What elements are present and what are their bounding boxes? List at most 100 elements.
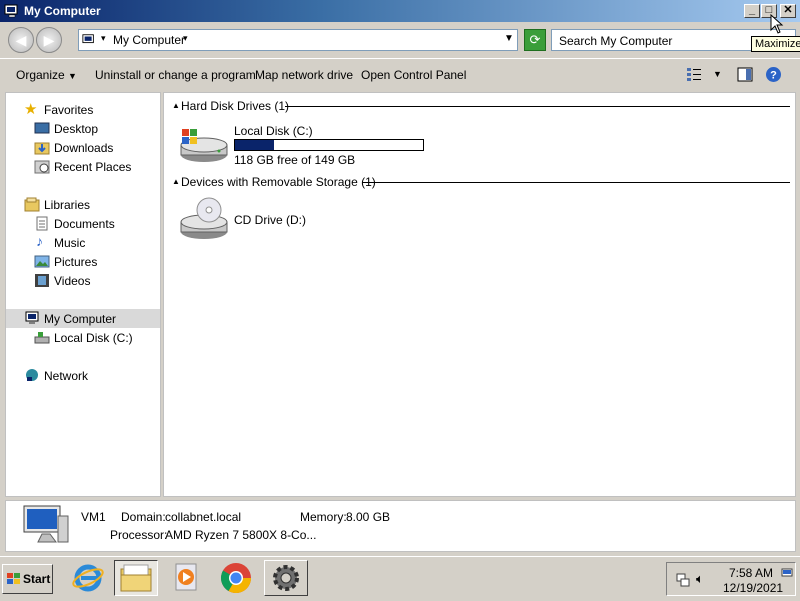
close-icon: ✕ [783,4,793,16]
sidebar-item-videos[interactable]: Videos [6,271,160,290]
minimize-button[interactable]: _ [744,4,760,18]
sidebar-item-libraries[interactable]: Libraries [6,195,160,214]
drive-cd[interactable]: CD Drive (D:) [179,196,379,246]
change-view-icon[interactable] [686,67,702,82]
domain-value: collabnet.local [165,510,242,524]
domain-label: Domain: [121,510,166,524]
search-input[interactable] [557,31,741,51]
address-row: ◀ ▶ ▾ My Computer ▾ ▼ ⟳ [0,22,800,58]
back-arrow-icon: ◀ [15,32,27,48]
videos-icon [35,274,49,287]
chrome-icon [220,563,251,594]
pictures-icon [34,255,50,268]
collapse-group-icon[interactable]: ▲ [172,101,180,110]
sidebar-item-downloads[interactable]: Downloads [6,138,160,157]
documents-icon [36,216,48,231]
system-tray: 🔈︎ 7:58 AM 12/19/2021 [666,562,796,596]
sidebar-item-documents[interactable]: Documents [6,214,160,233]
computer-icon [4,4,18,18]
minimize-icon: _ [748,4,756,16]
window-title: My Computer [24,4,101,18]
forward-button[interactable]: ▶ [36,27,62,53]
hard-drive-icon [180,129,228,162]
taskbar-settings[interactable] [264,560,308,596]
star-icon: ★ [24,101,38,118]
command-bar: Organize ▼ Uninstall or change a program… [0,58,800,91]
breadcrumb-chevron-icon[interactable]: ▾ [101,33,106,44]
address-dropdown-icon[interactable]: ▼ [504,33,514,44]
group-divider [362,182,790,183]
sidebar-item-favorites[interactable]: ★ Favorites [6,100,160,119]
windows-logo-icon [7,573,20,584]
view-options-chevron-icon[interactable]: ▼ [713,69,722,79]
memory-label: Memory: [300,510,347,524]
sidebar-item-my-computer[interactable]: My Computer [6,309,160,328]
sidebar-item-desktop[interactable]: Desktop [6,119,160,138]
libraries-icon [24,197,40,212]
downloads-folder-icon [34,142,50,155]
address-bar[interactable]: ▾ My Computer ▾ ▼ [78,29,518,51]
drive-name: CD Drive (D:) [234,213,306,227]
recent-places-icon [34,160,50,174]
computer-icon [25,311,39,324]
sidebar-item-network[interactable]: Network [6,366,160,385]
processor-value: AMD Ryzen 7 5800X 8-Co... [165,528,317,542]
chevron-down-icon: ▼ [68,71,77,81]
taskbar-media-player[interactable] [164,560,208,596]
clock-time[interactable]: 7:58 AM [729,566,773,580]
refresh-button[interactable]: ⟳ [524,29,546,51]
tooltip: Maximize [751,36,800,52]
map-network-drive-button[interactable]: Map network drive [255,68,353,82]
volume-icon[interactable]: 🔈︎ [696,571,704,587]
drive-local-disk[interactable]: Local Disk (C:) 118 GB free of 149 GB [179,121,429,171]
back-button[interactable]: ◀ [8,27,34,53]
clock-date[interactable]: 12/19/2021 [723,581,783,595]
sidebar-item-pictures[interactable]: Pictures [6,252,160,271]
network-icon [26,369,38,381]
memory-value: 8.00 GB [346,510,391,524]
details-pane: VM1 Domain: collabnet.local Memory: 8.00… [5,500,796,552]
sidebar-item-music[interactable]: ♪ Music [6,233,160,252]
organize-menu[interactable]: Organize ▼ [16,68,77,82]
computer-icon [23,505,69,543]
cd-drive-icon [180,197,228,239]
group-header-removable-storage[interactable]: Devices with Removable Storage (1) [181,175,376,189]
show-desktop-icon[interactable] [781,568,793,578]
sidebar-item-recent-places[interactable]: Recent Places [6,157,160,176]
drive-name: Local Disk (C:) [234,124,313,138]
preview-pane-icon[interactable] [737,67,753,82]
svg-text:?: ? [770,70,777,82]
gear-icon [273,565,299,591]
media-player-icon [175,563,197,591]
uninstall-program-button[interactable]: Uninstall or change a program [95,68,256,82]
forward-arrow-icon: ▶ [43,32,55,48]
internet-explorer-icon [72,564,104,592]
hard-drive-icon [34,332,50,344]
disk-usage-fill [235,140,275,150]
computer-name: VM1 [81,510,106,524]
folder-icon [120,564,152,592]
title-bar[interactable]: My Computer _ □ ✕ [0,0,800,22]
sidebar-item-local-disk[interactable]: Local Disk (C:) [6,328,160,347]
taskbar-explorer-active[interactable] [114,560,158,596]
taskbar-internet-explorer[interactable] [66,560,110,596]
network-status-icon[interactable] [675,572,691,588]
group-divider [285,106,790,107]
help-icon[interactable]: ? [765,66,782,83]
collapse-group-icon[interactable]: ▲ [172,177,180,186]
open-control-panel-button[interactable]: Open Control Panel [361,68,466,82]
taskbar: Start 🔈︎ 7:58 AM 12/19/2021 [0,556,800,601]
music-note-icon: ♪ [36,233,43,249]
navigation-pane: ★ Favorites Desktop Downloads Recent Pla… [5,92,161,497]
processor-label: Processor: [110,528,168,542]
content-pane: ▲ Hard Disk Drives (1) Local Disk (C:) 1… [163,92,796,497]
breadcrumb-chevron-icon[interactable]: ▾ [183,33,188,44]
mouse-cursor-icon [770,14,784,34]
drive-free-space: 118 GB free of 149 GB [234,153,356,167]
desktop-icon [34,122,50,134]
breadcrumb[interactable]: My Computer [113,33,185,47]
computer-icon [82,34,94,44]
group-header-hard-disks[interactable]: Hard Disk Drives (1) [181,99,289,113]
start-button[interactable]: Start [2,564,53,594]
taskbar-chrome[interactable] [214,560,258,596]
